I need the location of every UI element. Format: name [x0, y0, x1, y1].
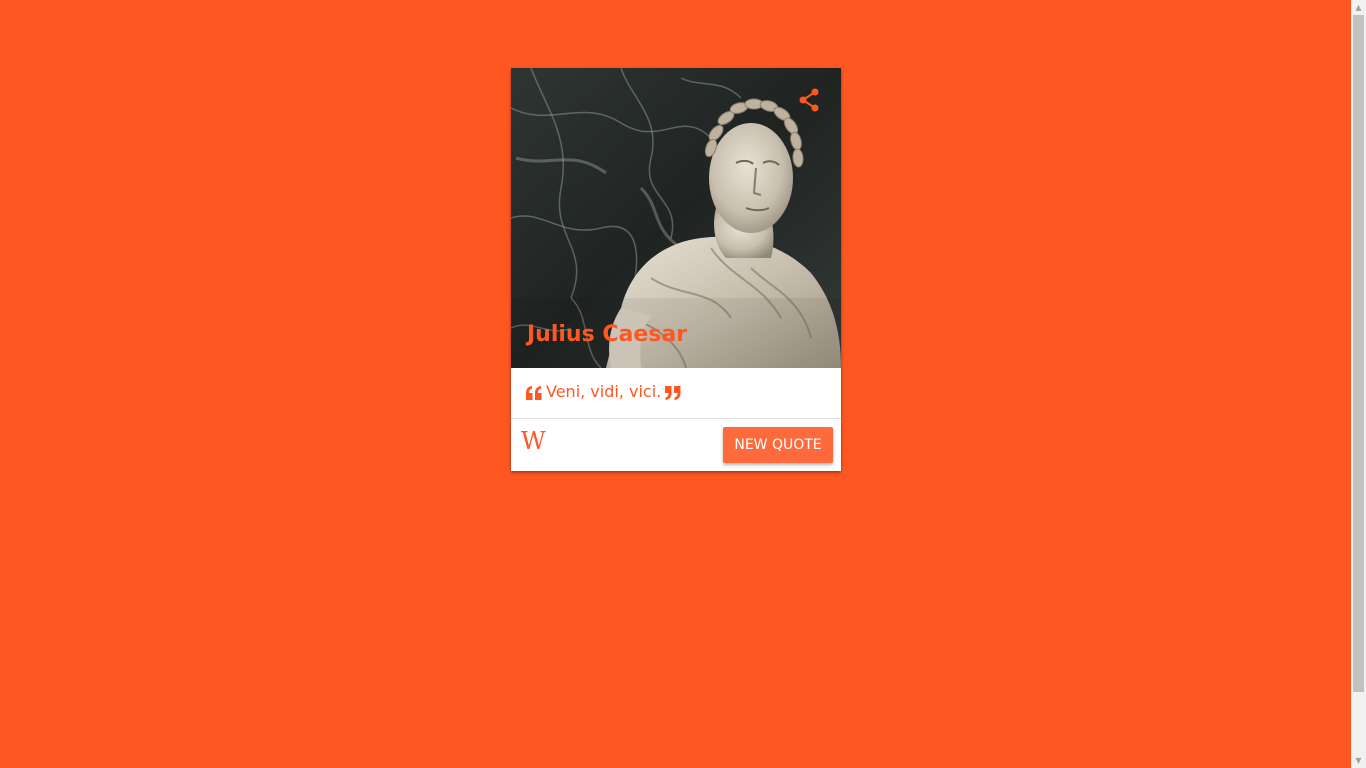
wikipedia-link[interactable]: W — [521, 427, 546, 455]
quote-content: Veni, vidi, vici. — [511, 368, 841, 419]
quote-text: Veni, vidi, vici. — [546, 382, 662, 401]
author-image: Julius Caesar — [511, 68, 841, 368]
share-icon[interactable] — [798, 88, 820, 112]
scrollbar[interactable]: ▲ ▼ — [1351, 0, 1366, 768]
page: Julius Caesar Veni, vidi, vici. W NEW QU… — [0, 0, 1366, 768]
quote-line: Veni, vidi, vici. — [526, 382, 681, 401]
card-actions: W NEW QUOTE — [511, 419, 841, 471]
scroll-down-arrow-icon[interactable]: ▼ — [1351, 753, 1366, 768]
quote-right-icon — [665, 385, 681, 400]
quote-left-icon — [526, 385, 542, 400]
author-name: Julius Caesar — [527, 322, 688, 347]
new-quote-button[interactable]: NEW QUOTE — [723, 427, 833, 463]
scroll-up-arrow-icon[interactable]: ▲ — [1351, 0, 1366, 15]
quote-card: Julius Caesar Veni, vidi, vici. W NEW QU… — [511, 68, 841, 471]
scroll-thumb[interactable] — [1353, 15, 1364, 692]
